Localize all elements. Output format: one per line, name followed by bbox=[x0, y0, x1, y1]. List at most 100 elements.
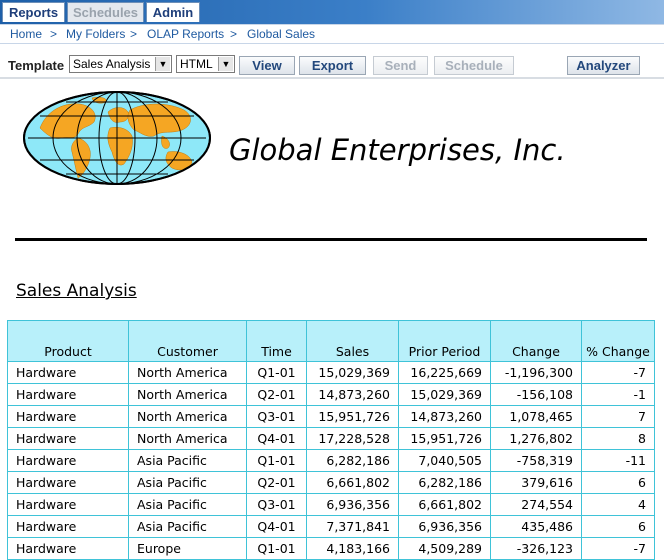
product-cell: Hardware bbox=[7, 449, 129, 472]
template-select-value: Sales Analysis bbox=[73, 57, 151, 71]
change-cell: -326,123 bbox=[490, 537, 582, 560]
table-row: Hardware North America Q4-01 17,228,528 15,9… bbox=[7, 427, 655, 450]
column-header-customer: Customer bbox=[128, 320, 247, 362]
pct-change-cell: -7 bbox=[581, 361, 655, 384]
customer-cell: Europe bbox=[128, 537, 247, 560]
sales-cell: 6,282,186 bbox=[306, 449, 399, 472]
table-row: Hardware Europe Q1-01 4,183,166 4,509,289 -32… bbox=[7, 537, 655, 560]
pct-change-cell: 6 bbox=[581, 471, 655, 494]
sales-cell: 6,936,356 bbox=[306, 493, 399, 516]
table-row: Hardware North America Q3-01 15,951,726 14,8… bbox=[7, 405, 655, 428]
time-cell: Q4-01 bbox=[246, 427, 307, 450]
time-cell: Q2-01 bbox=[246, 383, 307, 406]
customer-cell: Asia Pacific bbox=[128, 515, 247, 538]
template-select[interactable]: Sales Analysis ▼ bbox=[69, 55, 172, 73]
top-tab-bar: Reports Schedules Admin bbox=[0, 0, 664, 24]
format-select-value: HTML bbox=[180, 57, 213, 71]
product-cell: Hardware bbox=[7, 405, 129, 428]
product-cell: Hardware bbox=[7, 471, 129, 494]
table-row: Hardware North America Q2-01 14,873,260 15,0… bbox=[7, 383, 655, 406]
pct-change-cell: -7 bbox=[581, 537, 655, 560]
prior-period-cell: 15,951,726 bbox=[398, 427, 491, 450]
view-button[interactable]: View bbox=[239, 56, 295, 75]
format-select[interactable]: HTML ▼ bbox=[176, 55, 235, 73]
report-title: Sales Analysis bbox=[16, 281, 137, 301]
breadcrumb-separator: > bbox=[130, 27, 138, 41]
time-cell: Q3-01 bbox=[246, 493, 307, 516]
table-row: Hardware Asia Pacific Q2-01 6,661,802 6,282,… bbox=[7, 471, 655, 494]
world-map-globe-icon bbox=[23, 91, 211, 185]
tab-reports[interactable]: Reports bbox=[2, 2, 65, 22]
change-cell: -1,196,300 bbox=[490, 361, 582, 384]
breadcrumb-separator: > bbox=[50, 27, 58, 41]
schedule-button[interactable]: Schedule bbox=[434, 56, 514, 75]
prior-period-cell: 14,873,260 bbox=[398, 405, 491, 428]
pct-change-cell: 8 bbox=[581, 427, 655, 450]
customer-cell: Asia Pacific bbox=[128, 493, 247, 516]
sales-cell: 17,228,528 bbox=[306, 427, 399, 450]
breadcrumb-item-global-sales: Global Sales bbox=[247, 27, 316, 41]
sales-cell: 14,873,260 bbox=[306, 383, 399, 406]
sales-analysis-table: Product Customer Time Sales Prior Period… bbox=[7, 320, 655, 560]
product-cell: Hardware bbox=[7, 361, 129, 384]
breadcrumb-separator: > bbox=[230, 27, 238, 41]
product-cell: Hardware bbox=[7, 383, 129, 406]
analyzer-button[interactable]: Analyzer bbox=[567, 56, 640, 75]
pct-change-cell: -11 bbox=[581, 449, 655, 472]
breadcrumb-item-home[interactable]: Home bbox=[10, 25, 42, 43]
time-cell: Q2-01 bbox=[246, 471, 307, 494]
change-cell: 1,276,802 bbox=[490, 427, 582, 450]
change-cell: 379,616 bbox=[490, 471, 582, 494]
breadcrumb-item-my-folders[interactable]: My Folders bbox=[66, 25, 125, 43]
tab-admin[interactable]: Admin bbox=[146, 2, 200, 22]
prior-period-cell: 6,282,186 bbox=[398, 471, 491, 494]
column-header-prior-period: Prior Period bbox=[398, 320, 491, 362]
time-cell: Q4-01 bbox=[246, 515, 307, 538]
column-header-pct-change: % Change bbox=[581, 320, 655, 362]
template-label: Template bbox=[8, 58, 65, 73]
breadcrumb: Home > My Folders > OLAP Reports > Globa… bbox=[0, 24, 664, 44]
pct-change-cell: 7 bbox=[581, 405, 655, 428]
prior-period-cell: 7,040,505 bbox=[398, 449, 491, 472]
change-cell: 1,078,465 bbox=[490, 405, 582, 428]
table-row: Hardware Asia Pacific Q1-01 6,282,186 7,040,… bbox=[7, 449, 655, 472]
customer-cell: North America bbox=[128, 383, 247, 406]
sales-cell: 15,029,369 bbox=[306, 361, 399, 384]
customer-cell: North America bbox=[128, 405, 247, 428]
breadcrumb-item-olap-reports[interactable]: OLAP Reports bbox=[147, 25, 224, 43]
sales-cell: 7,371,841 bbox=[306, 515, 399, 538]
table-row: Hardware Asia Pacific Q4-01 7,371,841 6,936,… bbox=[7, 515, 655, 538]
product-cell: Hardware bbox=[7, 537, 129, 560]
company-name: Global Enterprises, Inc. bbox=[229, 133, 566, 167]
export-button[interactable]: Export bbox=[299, 56, 366, 75]
pct-change-cell: 6 bbox=[581, 515, 655, 538]
change-cell: -758,319 bbox=[490, 449, 582, 472]
pct-change-cell: -1 bbox=[581, 383, 655, 406]
product-cell: Hardware bbox=[7, 427, 129, 450]
prior-period-cell: 6,661,802 bbox=[398, 493, 491, 516]
prior-period-cell: 15,029,369 bbox=[398, 383, 491, 406]
time-cell: Q1-01 bbox=[246, 361, 307, 384]
prior-period-cell: 6,936,356 bbox=[398, 515, 491, 538]
customer-cell: North America bbox=[128, 427, 247, 450]
prior-period-cell: 16,225,669 bbox=[398, 361, 491, 384]
sales-cell: 6,661,802 bbox=[306, 471, 399, 494]
tab-schedules[interactable]: Schedules bbox=[67, 2, 144, 22]
chevron-down-icon: ▼ bbox=[218, 57, 233, 71]
send-button[interactable]: Send bbox=[373, 56, 428, 75]
customer-cell: North America bbox=[128, 361, 247, 384]
time-cell: Q1-01 bbox=[246, 449, 307, 472]
table-header-row: Product Customer Time Sales Prior Period… bbox=[7, 320, 655, 362]
customer-cell: Asia Pacific bbox=[128, 471, 247, 494]
column-header-time: Time bbox=[246, 320, 307, 362]
prior-period-cell: 4,509,289 bbox=[398, 537, 491, 560]
time-cell: Q3-01 bbox=[246, 405, 307, 428]
customer-cell: Asia Pacific bbox=[128, 449, 247, 472]
product-cell: Hardware bbox=[7, 493, 129, 516]
column-header-sales: Sales bbox=[306, 320, 399, 362]
sales-cell: 4,183,166 bbox=[306, 537, 399, 560]
table-row: Hardware North America Q1-01 15,029,369 16,2… bbox=[7, 361, 655, 384]
change-cell: 274,554 bbox=[490, 493, 582, 516]
report-toolbar: Template Sales Analysis ▼ HTML ▼ View Ex… bbox=[0, 52, 664, 79]
time-cell: Q1-01 bbox=[246, 537, 307, 560]
